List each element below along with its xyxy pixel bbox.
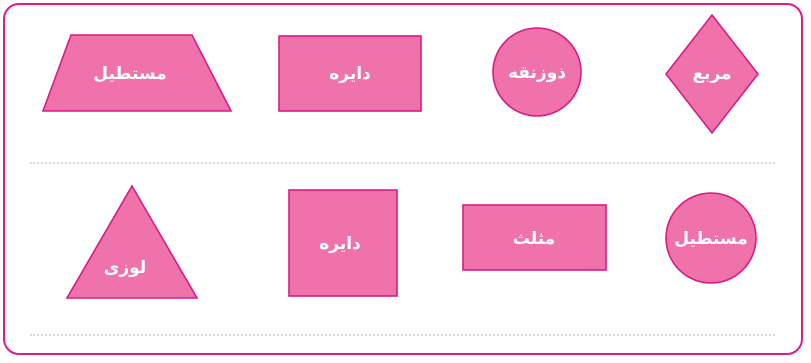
triangle-shape (65, 184, 199, 299)
shape-trapezoid-card: مستطیل (41, 34, 233, 112)
shape-square-card: دایره (288, 189, 398, 297)
shape-rectangle-card-2: مثلث (462, 204, 607, 271)
shape-rectangle-card: دایره (278, 35, 422, 112)
square-label: دایره (319, 234, 361, 254)
rhombus-label: مربع (692, 64, 731, 84)
shapes-canvas: مستطیل دایره ذوزنقه مربع لوزی دایره مثلث (41, 13, 760, 299)
worksheet: مستطیل دایره ذوزنقه مربع لوزی دایره مثلث (0, 0, 811, 363)
triangle-label: لوزی (104, 258, 146, 278)
trapezoid-label: مستطیل (93, 64, 166, 84)
circle-label-2: مستطیل (674, 229, 747, 249)
circle-label: ذوزنقه (508, 63, 566, 83)
shape-triangle-card: لوزی (65, 184, 199, 299)
shape-circle-card: ذوزنقه (492, 27, 582, 117)
rectangle-label-2: مثلث (513, 229, 555, 249)
rectangle-label: دایره (329, 64, 371, 84)
shape-circle-card-2: مستطیل (665, 192, 757, 284)
shape-rhombus-card: مربع (664, 13, 760, 135)
